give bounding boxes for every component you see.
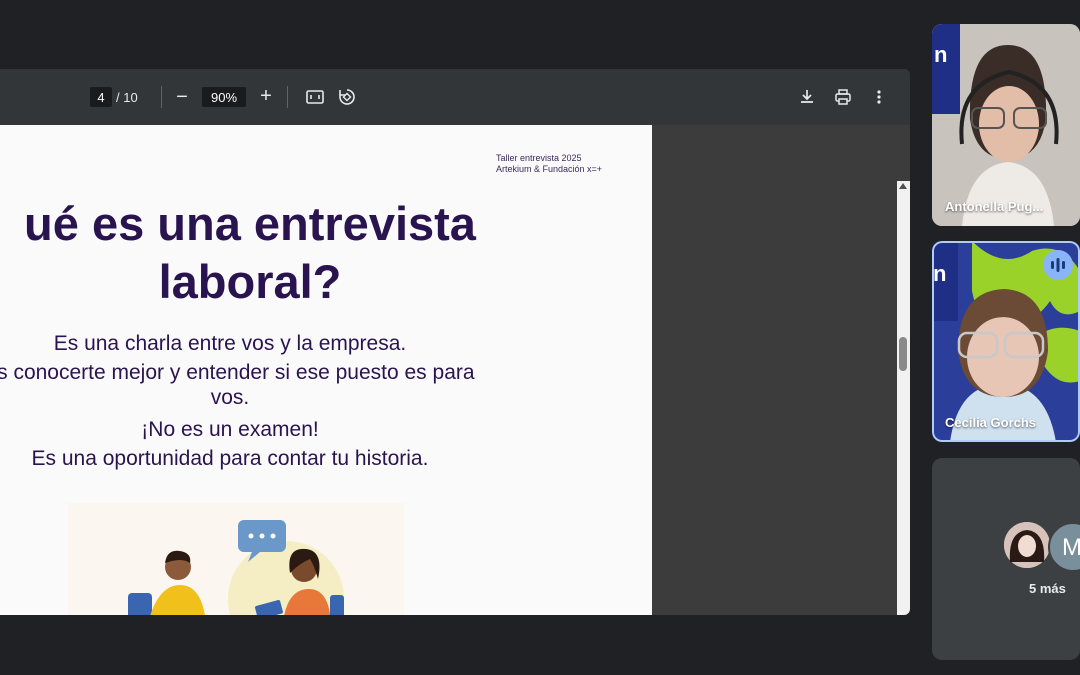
- avatar: [1004, 522, 1050, 568]
- pdf-viewer: 4 / 10 − 90% + Taller entrevista 2025 Ar…: [0, 69, 910, 615]
- slide-body: Es una charla entre vos y la empresa. es…: [0, 329, 600, 473]
- body-line: vos.: [210, 386, 250, 409]
- more-options-icon[interactable]: [869, 86, 889, 108]
- corner-line: Artekium & Fundación x=+: [496, 164, 603, 174]
- svg-text:n: n: [934, 42, 947, 67]
- body-line: Es una oportunidad para contar tu histor…: [31, 447, 429, 470]
- more-participants-count: 5 más: [1029, 581, 1066, 596]
- title-line: laboral?: [158, 255, 342, 308]
- slide-corner-label: Taller entrevista 2025 Artekium & Fundac…: [496, 153, 602, 175]
- page-total: / 10: [116, 89, 138, 105]
- pdf-toolbar: 4 / 10 − 90% +: [0, 69, 910, 125]
- zoom-in-button[interactable]: +: [256, 84, 276, 108]
- page-number-input[interactable]: 4: [90, 87, 112, 107]
- participant-tile[interactable]: n Antonella Pug...: [932, 24, 1080, 226]
- body-line: ¡No es un examen!: [141, 418, 319, 441]
- participant-video-icon: n: [932, 24, 1080, 226]
- interview-illustration: [68, 503, 404, 615]
- zoom-level-input[interactable]: 90%: [202, 87, 246, 107]
- active-speaker-border: [932, 241, 1080, 442]
- participant-tile-active-speaker[interactable]: n Cecilia Gorchs: [932, 241, 1080, 442]
- slide-title: ué es una entrevista laboral?: [0, 195, 620, 311]
- print-icon[interactable]: [833, 86, 853, 108]
- avatar-photo-icon: [1004, 522, 1050, 568]
- participant-name: Cecilia Gorchs: [945, 415, 1037, 430]
- fit-page-icon[interactable]: [305, 87, 325, 107]
- avatar-initial: M: [1062, 534, 1080, 561]
- scroll-thumb[interactable]: [899, 337, 907, 371]
- rotate-icon[interactable]: [337, 86, 357, 108]
- body-line: Es una charla entre vos y la empresa.: [53, 332, 407, 355]
- toolbar-divider: [287, 86, 288, 108]
- interview-illustration-icon: [128, 520, 344, 615]
- participant-name: Antonella Pug...: [945, 199, 1044, 214]
- toolbar-divider: [161, 86, 162, 108]
- avatar: M: [1048, 522, 1080, 572]
- pdf-canvas[interactable]: Taller entrevista 2025 Artekium & Fundac…: [0, 125, 910, 615]
- title-line: ué es una entrevista: [24, 197, 476, 250]
- scroll-up-arrow-icon[interactable]: [899, 183, 907, 189]
- pdf-scrollbar[interactable]: [897, 181, 910, 615]
- more-participants-tile[interactable]: M 5 más: [932, 458, 1080, 660]
- pdf-page: Taller entrevista 2025 Artekium & Fundac…: [0, 125, 652, 615]
- corner-line: Taller entrevista 2025: [496, 153, 582, 163]
- zoom-out-button[interactable]: −: [172, 85, 192, 109]
- body-line: es conocerte mejor y entender si ese pue…: [0, 361, 475, 384]
- download-icon[interactable]: [797, 86, 817, 108]
